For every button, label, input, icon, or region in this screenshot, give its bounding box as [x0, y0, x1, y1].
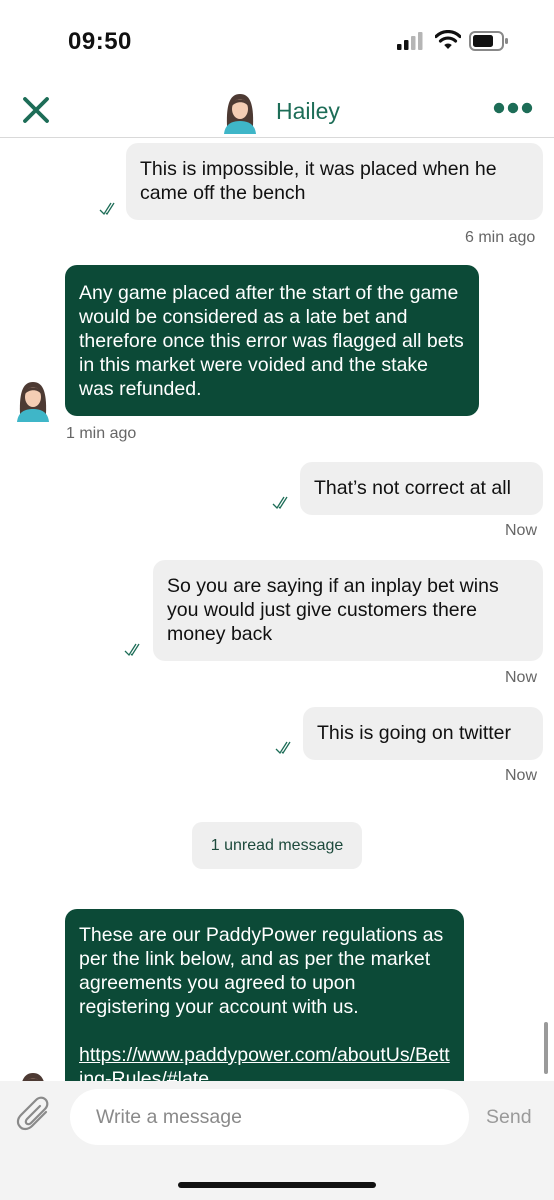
message-text: This is going on twitter: [317, 722, 512, 744]
wifi-icon: [435, 30, 461, 49]
message-text: These are our PaddyPower regulations as …: [79, 924, 444, 1018]
user-message: This is impossible, it was placed when h…: [126, 143, 543, 220]
agent-name: Hailey: [276, 98, 340, 124]
message-text: That’s not correct at all: [314, 477, 511, 499]
message-input[interactable]: [70, 1089, 469, 1145]
message-timestamp: 6 min ago: [465, 229, 536, 246]
message-timestamp: Now: [505, 522, 538, 539]
unread-indicator: 1 unread message: [192, 822, 362, 869]
user-message: That’s not correct at all: [300, 462, 543, 515]
send-button[interactable]: Send: [486, 1106, 532, 1129]
double-check-icon: [99, 202, 115, 216]
agent-message: Any game placed after the start of the g…: [65, 265, 479, 416]
message-text: This is impossible, it was placed when h…: [140, 158, 497, 204]
double-check-icon: [272, 496, 288, 510]
message-timestamp: 1 min ago: [66, 425, 137, 442]
status-time: 09:50: [68, 28, 132, 55]
user-message: This is going on twitter: [303, 707, 543, 760]
message-text: So you are saying if an inplay bet wins …: [167, 575, 499, 645]
message-timestamp: Now: [505, 767, 538, 784]
agent-avatar: [224, 94, 256, 134]
home-indicator: [178, 1182, 376, 1188]
chat-header: Hailey: [0, 80, 554, 138]
agent-avatar: [17, 382, 49, 422]
signal-icon: [397, 32, 423, 50]
close-icon[interactable]: [18, 92, 54, 128]
message-timestamp: Now: [505, 669, 538, 686]
double-check-icon: [124, 643, 140, 657]
more-icon[interactable]: [493, 102, 533, 114]
message-text: Any game placed after the start of the g…: [79, 282, 464, 400]
message-composer: Send: [0, 1081, 554, 1200]
double-check-icon: [275, 741, 291, 755]
scrollbar[interactable]: [544, 1022, 548, 1074]
status-bar: 09:50: [0, 0, 554, 80]
battery-icon: [469, 31, 508, 51]
paperclip-icon[interactable]: [16, 1095, 54, 1135]
user-message: So you are saying if an inplay bet wins …: [153, 560, 543, 661]
